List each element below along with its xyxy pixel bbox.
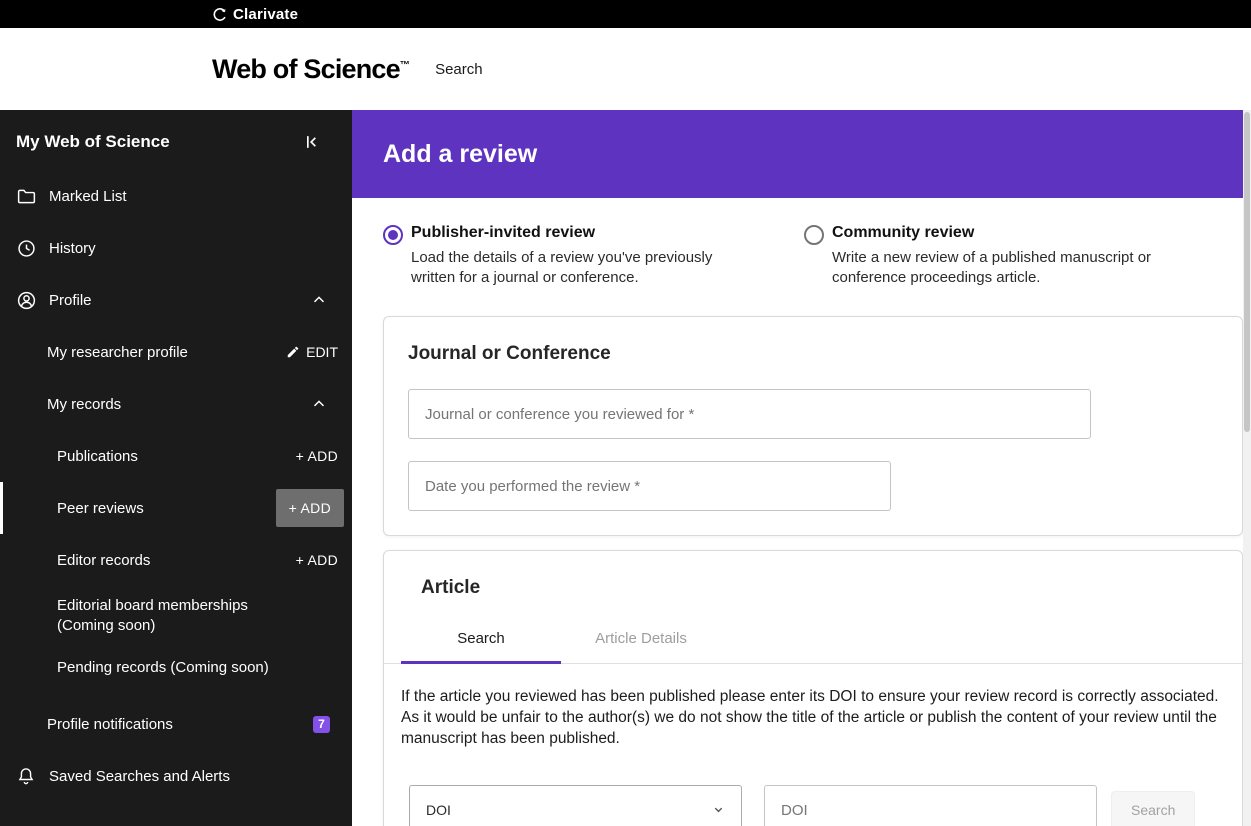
- sidebar-item-my-records[interactable]: My records: [0, 378, 352, 430]
- sidebar-item-marked-list[interactable]: Marked List: [0, 170, 352, 222]
- nav-search[interactable]: Search: [435, 61, 483, 78]
- sidebar-collapse-icon[interactable]: [302, 132, 322, 152]
- add-editor-records-button[interactable]: + ADD: [296, 552, 338, 568]
- review-type-options: Publisher-invited review Load the detail…: [383, 224, 1243, 288]
- notification-count-badge: 7: [313, 716, 330, 733]
- sidebar-title: My Web of Science: [16, 132, 170, 152]
- sidebar-item-profile-notifications[interactable]: Profile notifications 7: [0, 698, 352, 750]
- sidebar-item-editor-records[interactable]: Editor records + ADD: [0, 534, 352, 586]
- radio-option-community[interactable]: Community review Write a new review of a…: [804, 224, 1225, 288]
- doi-instructions: If the article you reviewed has been pub…: [401, 686, 1220, 749]
- radio-label: Publisher-invited review: [411, 224, 756, 242]
- doi-search-button[interactable]: Search: [1111, 791, 1195, 826]
- sidebar-item-label: Publications: [57, 448, 138, 465]
- sidebar-item-label: Profile notifications: [47, 716, 173, 733]
- tab-search[interactable]: Search: [401, 617, 561, 664]
- web-of-science-logo-text: Web of Science: [212, 54, 400, 84]
- page-title: Add a review: [383, 140, 537, 169]
- chevron-down-icon: [712, 803, 725, 816]
- radio-unselected-icon[interactable]: [804, 225, 824, 245]
- sidebar-item-label: Profile: [49, 292, 92, 309]
- edit-profile-button[interactable]: EDIT: [286, 344, 338, 360]
- sidebar-item-history[interactable]: History: [0, 222, 352, 274]
- journal-card-title: Journal or Conference: [408, 343, 1218, 365]
- radio-description: Load the details of a review you've prev…: [411, 248, 756, 288]
- identifier-type-value: DOI: [426, 802, 451, 818]
- sidebar-item-label: My records: [47, 396, 121, 413]
- doi-input[interactable]: [764, 785, 1097, 826]
- sidebar-item-editorial-board-memberships[interactable]: Editorial board memberships (Coming soon…: [0, 586, 352, 646]
- article-card-title: Article: [421, 577, 1242, 599]
- sidebar-item-pending-records[interactable]: Pending records (Coming soon): [0, 646, 352, 690]
- content: Publisher-invited review Load the detail…: [352, 198, 1243, 826]
- page-header: Add a review: [352, 110, 1251, 198]
- doi-search-row: DOI Search: [409, 785, 1242, 826]
- folder-icon: [15, 186, 37, 207]
- chevron-up-icon: [310, 395, 328, 413]
- person-icon: [15, 290, 37, 311]
- main-content: Add a review Publisher-invited review Lo…: [352, 110, 1251, 826]
- sidebar-header: My Web of Science: [0, 114, 352, 170]
- sidebar-item-label: My researcher profile: [47, 344, 188, 361]
- bell-icon: [15, 766, 37, 786]
- sidebar-item-publications[interactable]: Publications + ADD: [0, 430, 352, 482]
- identifier-type-select[interactable]: DOI: [409, 785, 742, 826]
- sidebar-item-label: History: [49, 240, 96, 257]
- sidebar-item-label: Marked List: [49, 188, 127, 205]
- edit-label: EDIT: [306, 344, 338, 360]
- clarivate-logo-text: Clarivate: [233, 6, 298, 23]
- sidebar: My Web of Science Marked List History Pr…: [0, 110, 352, 826]
- sidebar-item-my-researcher-profile[interactable]: My researcher profile EDIT: [0, 326, 352, 378]
- topbar: Clarivate: [0, 0, 1251, 28]
- article-tabs: Search Article Details: [384, 617, 1242, 664]
- sidebar-item-label: Editorial board memberships (Coming soon…: [57, 596, 297, 636]
- radio-label: Community review: [832, 224, 1162, 242]
- sidebar-item-saved-searches[interactable]: Saved Searches and Alerts: [0, 750, 352, 802]
- header: Web of Science™ Search: [0, 28, 1251, 110]
- clarivate-logo-icon: [212, 7, 227, 22]
- article-card: Article Search Article Details If the ar…: [383, 550, 1243, 826]
- scrollbar-track[interactable]: [1243, 110, 1251, 826]
- trademark-symbol: ™: [400, 60, 409, 71]
- sidebar-item-label: Editor records: [57, 552, 150, 569]
- sidebar-item-label: Saved Searches and Alerts: [49, 768, 230, 785]
- pencil-icon: [286, 345, 300, 359]
- radio-selected-icon[interactable]: [383, 225, 403, 245]
- history-icon: [15, 238, 37, 259]
- radio-description: Write a new review of a published manusc…: [832, 248, 1162, 288]
- chevron-up-icon: [310, 291, 328, 309]
- web-of-science-logo[interactable]: Web of Science™: [212, 54, 409, 85]
- sidebar-item-peer-reviews[interactable]: Peer reviews + ADD: [0, 482, 352, 534]
- scrollbar-thumb[interactable]: [1244, 112, 1250, 432]
- review-date-input[interactable]: [408, 461, 891, 511]
- radio-option-publisher-invited[interactable]: Publisher-invited review Load the detail…: [383, 224, 804, 288]
- sidebar-item-label: Peer reviews: [57, 500, 144, 517]
- app-body: My Web of Science Marked List History Pr…: [0, 110, 1251, 826]
- sidebar-item-label: Pending records (Coming soon): [57, 658, 269, 678]
- add-peer-review-button[interactable]: + ADD: [276, 489, 344, 527]
- clarivate-logo[interactable]: Clarivate: [212, 6, 298, 23]
- tab-article-details: Article Details: [561, 617, 721, 663]
- sidebar-item-profile[interactable]: Profile: [0, 274, 352, 326]
- add-publications-button[interactable]: + ADD: [296, 448, 338, 464]
- journal-or-conference-card: Journal or Conference: [383, 316, 1243, 536]
- journal-name-input[interactable]: [408, 389, 1091, 439]
